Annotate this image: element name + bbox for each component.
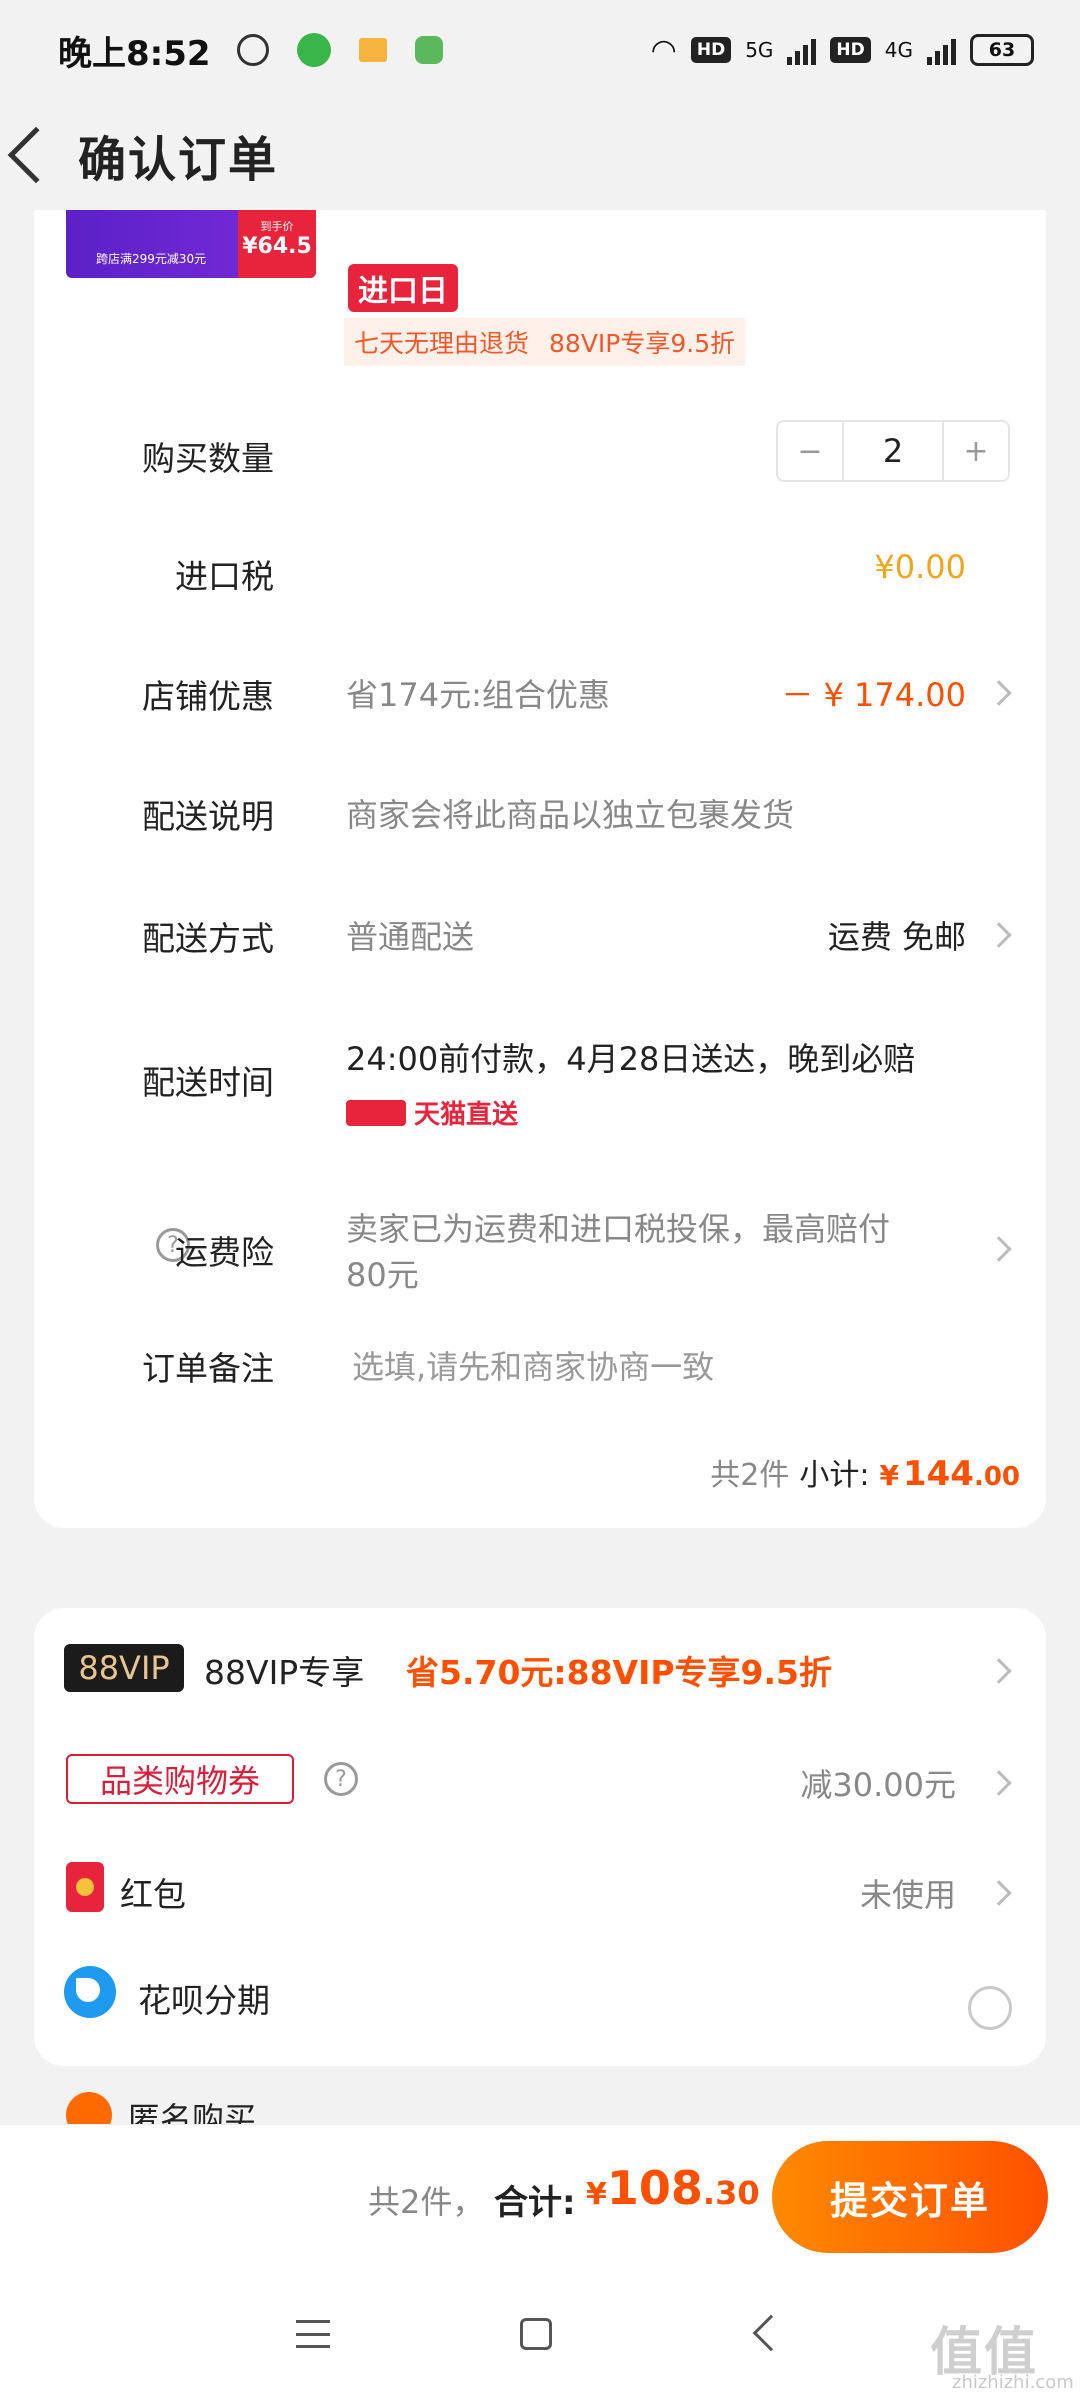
nav-back-icon[interactable]: [752, 2314, 790, 2352]
header: 确认订单: [0, 100, 1080, 210]
huabei-radio[interactable]: [968, 1986, 1012, 2030]
import-tax-value: ¥0.00: [874, 548, 966, 586]
status-time: 晚上8:52: [58, 33, 211, 74]
redpack-value[interactable]: 未使用: [860, 1870, 956, 1916]
remark-label: 订单备注: [142, 1349, 274, 1388]
service-tags: 七天无理由退货 88VIP专享9.5折: [344, 318, 746, 366]
subtotal-label: 小计:: [799, 1458, 870, 1493]
status-bar: 晚上8:52 ◠ HD 5G HD 4G 63: [0, 0, 1080, 100]
delivery-method-label: 配送方式: [142, 919, 274, 958]
thumb-price-label: 到手价: [260, 220, 294, 233]
benefits-card: 88VIP 88VIP专享 省5.70元:88VIP专享9.5折 品类购物券 ?…: [34, 1608, 1046, 2066]
network-4g: 4G: [884, 38, 913, 62]
chevron-right-icon[interactable]: [986, 1770, 1012, 1796]
return-tag: 七天无理由退货: [344, 318, 540, 366]
chevron-right-icon[interactable]: [986, 1658, 1012, 1684]
thumb-promo: 跨店满299元减30元: [96, 252, 207, 266]
total-currency: ¥: [586, 2177, 607, 2212]
product-thumbnail[interactable]: 跨店满299元减30元 到手价 ¥64.5: [66, 210, 316, 278]
signal-icon: [787, 35, 817, 65]
chevron-right-icon[interactable]: [986, 1236, 1012, 1262]
red-packet-icon: [66, 1862, 104, 1912]
total-int: 108: [606, 2161, 703, 2215]
notification-icons: [236, 33, 443, 67]
chevron-right-icon[interactable]: [986, 922, 1012, 948]
shop-discount-value[interactable]: － ¥ 174.00: [781, 670, 966, 716]
thumb-price: ¥64.5: [242, 234, 312, 259]
wechat-icon: [296, 33, 331, 67]
subtotal-dec: .00: [973, 1462, 1020, 1492]
delivery-method-value[interactable]: 普通配送: [346, 912, 474, 958]
signal-icon-2: [927, 35, 956, 65]
redpack-label: 红包: [120, 1875, 186, 1914]
vip-badge: 88VIP: [64, 1644, 184, 1692]
tmall-direct-text: 天猫直送: [414, 1100, 519, 1130]
alarm-icon: [236, 34, 269, 66]
import-tax-label: 进口税: [175, 557, 274, 596]
remark-input[interactable]: 选填,请先和商家协商一致: [352, 1342, 714, 1388]
file-icon: [358, 38, 387, 62]
checkout-bar: 共2件， 合计: ¥108.30 提交订单: [0, 2124, 1080, 2272]
tmall-cat-icon: [346, 1099, 406, 1126]
network-5g: 5G: [745, 38, 774, 62]
hd-badge: HD: [690, 37, 732, 63]
menu-icon[interactable]: [296, 2320, 330, 2348]
system-nav-bar: [0, 2272, 1080, 2400]
delivery-time-label: 配送时间: [142, 1063, 274, 1102]
app-icon: [414, 36, 443, 64]
huabei-label: 花呗分期: [138, 1981, 270, 2020]
page-title: 确认订单: [78, 132, 279, 188]
insurance-label: 运费险: [175, 1233, 274, 1272]
chevron-right-icon[interactable]: [986, 680, 1012, 706]
insurance-value-line1[interactable]: 卖家已为运费和进口税投保，最高赔付: [346, 1204, 890, 1250]
status-right: ◠ HD 5G HD 4G 63: [651, 33, 1034, 68]
quantity-label: 购买数量: [142, 439, 274, 478]
quantity-value[interactable]: 2: [844, 422, 942, 480]
huabei-icon: [64, 1966, 116, 2018]
total-label: 合计:: [494, 2183, 576, 2223]
thumb-price-box: 到手价 ¥64.5: [238, 210, 316, 278]
coupon-value[interactable]: 减30.00元: [800, 1760, 956, 1806]
import-day-tag: 进口日: [348, 264, 458, 312]
home-icon[interactable]: [520, 2318, 552, 2350]
back-icon[interactable]: [7, 126, 65, 184]
subtotal-count: 共2件: [710, 1458, 790, 1493]
hd-badge-2: HD: [830, 37, 871, 63]
decrease-button[interactable]: −: [778, 422, 844, 480]
subtotal-currency: ¥: [879, 1459, 899, 1492]
insurance-value-line2[interactable]: 80元: [346, 1250, 419, 1296]
delivery-note-label: 配送说明: [142, 797, 274, 836]
delivery-note-value: 商家会将此商品以独立包裹发货: [346, 796, 795, 834]
vip-value[interactable]: 省5.70元:88VIP专享9.5折: [406, 1646, 832, 1694]
subtotal: 共2件 小计: ¥ 144 .00: [710, 1450, 1020, 1494]
total-dec: .30: [702, 2174, 760, 2212]
wifi-icon: ◠: [650, 32, 677, 68]
shop-discount-desc[interactable]: 省174元:组合优惠: [346, 670, 610, 716]
shop-discount-label: 店铺优惠: [142, 677, 274, 716]
submit-order-button[interactable]: 提交订单: [772, 2141, 1048, 2253]
quantity-stepper[interactable]: − 2 +: [776, 420, 1010, 482]
total-price: ¥108.30: [586, 2161, 760, 2215]
help-icon[interactable]: ?: [324, 1762, 358, 1796]
delivery-time-value: 24:00前付款，4月28日送达，晚到必赔: [346, 1040, 916, 1078]
shipping-fee[interactable]: 运费 免邮: [828, 912, 966, 958]
tmall-direct-badge: 天猫直送: [346, 1094, 518, 1131]
vip-label: 88VIP专享: [204, 1653, 365, 1692]
watermark-url: zhizhizhi.com: [952, 2372, 1074, 2393]
increase-button[interactable]: +: [942, 422, 1008, 480]
chevron-right-icon[interactable]: [986, 1880, 1012, 1906]
vip-discount-tag: 88VIP专享9.5折: [539, 318, 746, 366]
battery-icon: 63: [970, 34, 1034, 66]
total-count: 共2件，: [368, 2183, 485, 2221]
coupon-badge: 品类购物券: [66, 1754, 294, 1804]
subtotal-int: 144: [902, 1454, 974, 1494]
order-card: 跨店满299元减30元 到手价 ¥64.5 进口日 七天无理由退货 88VIP专…: [34, 210, 1046, 1528]
